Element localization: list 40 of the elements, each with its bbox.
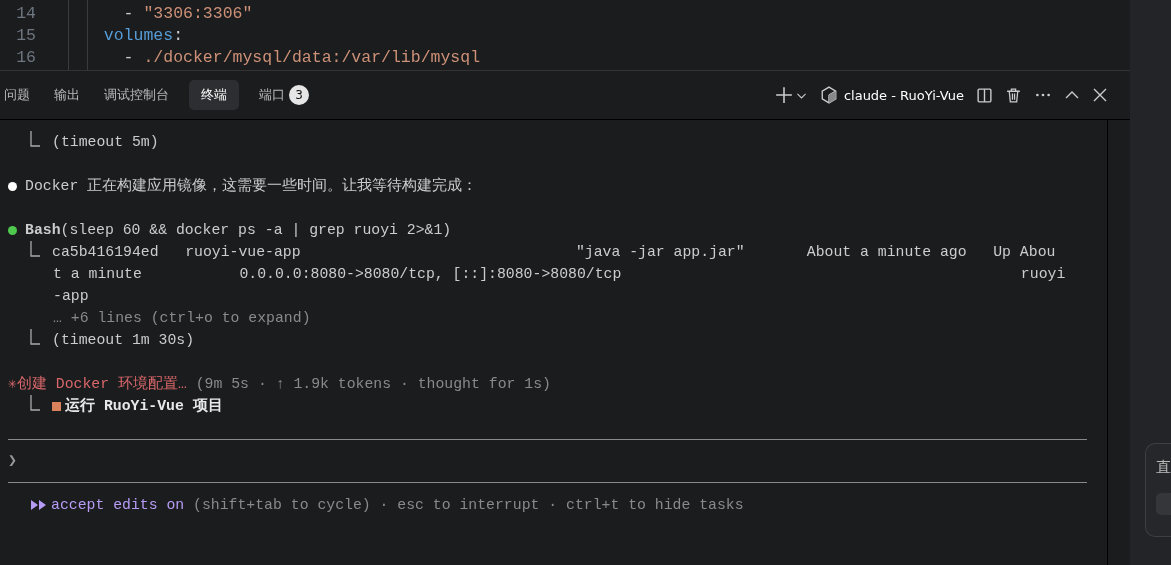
- panel-tab[interactable]: 终端: [189, 80, 239, 110]
- output-line: t a minute 0.0.0.0:8080->8080/tcp, [::]:8080->8080/tcp ruoyi: [53, 265, 1066, 284]
- mode-label: accept edits on: [51, 496, 185, 515]
- output-line: (timeout 5m): [52, 133, 159, 152]
- corner-icon: [30, 394, 40, 411]
- fast-forward-icon: [31, 500, 47, 510]
- output-line: -app: [53, 287, 89, 306]
- split-icon[interactable]: [976, 86, 993, 104]
- code-line: - "3306:3306": [122, 3, 253, 25]
- message-text: Docker 正在构建应用镜像，这需要一些时间。让我等待构建完成：: [25, 176, 478, 196]
- prompt-glyph: ❯: [8, 452, 17, 471]
- key-hints: (shift+tab to cycle) · esc to interrupt · ctrl+t to hide tasks: [192, 496, 744, 515]
- task-status: 创建 Docker 环境配置…: [16, 374, 187, 394]
- card-text: 直: [1156, 458, 1171, 477]
- panel-tab[interactable]: 输出: [50, 80, 84, 110]
- count-badge: 3: [289, 85, 309, 105]
- corner-icon: [30, 328, 40, 345]
- spinner-glyph: ✳: [8, 375, 17, 394]
- line-number: 16: [15, 47, 36, 69]
- output-line: (timeout 1m 30s): [52, 331, 195, 350]
- panel-tab[interactable]: 调试控制台: [100, 80, 173, 110]
- plus-icon[interactable]: [774, 86, 793, 104]
- terminal-name[interactable]: claude - RuoYi-Vue: [843, 87, 964, 103]
- message-text: Bash(sleep 60 && docker ps -a | grep ruoyi 2>&1): [25, 221, 452, 240]
- collapsed-hint: … +6 lines (ctrl+o to expand): [53, 309, 311, 328]
- panel-tab[interactable]: 问题: [0, 80, 34, 110]
- task-item: 运行 RuoYi-Vue 项目: [65, 396, 223, 416]
- code-line: volumes:: [102, 25, 184, 47]
- code-line: - ./docker/mysql/data:/var/lib/mysql: [122, 47, 481, 69]
- close-icon[interactable]: [1092, 87, 1108, 103]
- line-number: 15: [15, 25, 36, 47]
- task-detail: (9m 5s · ↑ 1.9k tokens · thought for 1s): [194, 375, 551, 394]
- trash-icon[interactable]: [1005, 86, 1022, 104]
- line-number: 14: [15, 3, 36, 25]
- corner-icon: [30, 130, 40, 147]
- panel-tab[interactable]: 端口 3: [255, 80, 313, 110]
- corner-icon: [30, 240, 40, 257]
- task-square-icon: [52, 401, 61, 411]
- cube-icon: [819, 86, 838, 104]
- output-line: ca5b416194ed ruoyi-vue-app "java -jar app.jar" About a minute ago Up Abou: [52, 243, 1056, 262]
